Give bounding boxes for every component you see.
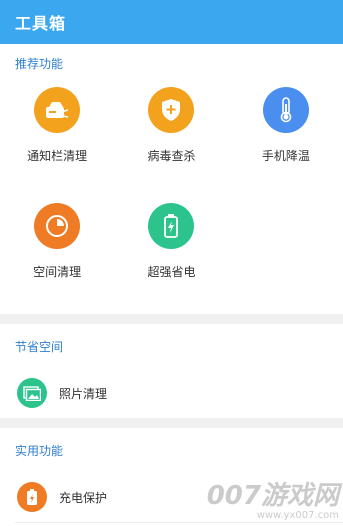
tool-label: 充电保护 bbox=[59, 490, 108, 505]
section-divider bbox=[0, 418, 343, 428]
section-title-utility: 实用功能 bbox=[15, 443, 64, 458]
notification-clean-icon bbox=[34, 87, 81, 133]
charge-protect-icon bbox=[17, 482, 47, 512]
photo-icon bbox=[17, 378, 47, 408]
virus-shield-icon bbox=[148, 87, 195, 133]
tool-storage-clean[interactable]: 空间清理 bbox=[0, 198, 114, 314]
recommended-grid: 通知栏清理 病毒查杀 手机降温 空间清理 超强省电 bbox=[0, 82, 343, 314]
tool-power-saving[interactable]: 超强省电 bbox=[114, 198, 228, 314]
page-title: 工具箱 bbox=[15, 14, 67, 33]
watermark-brand: 007游戏网 bbox=[206, 481, 339, 511]
watermark-url: www.yx007.com bbox=[256, 510, 339, 521]
list-divider bbox=[15, 522, 343, 523]
tool-label: 手机降温 bbox=[261, 149, 310, 163]
tool-phone-cooling[interactable]: 手机降温 bbox=[229, 82, 343, 198]
recommended-section: 推荐功能 通知栏清理 病毒查杀 手机降温 空间清理 超强省电 bbox=[0, 44, 343, 314]
tool-label: 病毒查杀 bbox=[147, 149, 196, 163]
section-title-recommended: 推荐功能 bbox=[15, 56, 64, 71]
watermark: 007游戏网 www.yx007.com bbox=[207, 482, 339, 522]
tool-virus-scan[interactable]: 病毒查杀 bbox=[114, 82, 228, 198]
app-header: 工具箱 bbox=[0, 0, 343, 44]
battery-icon bbox=[148, 203, 195, 249]
tool-label: 超强省电 bbox=[147, 265, 196, 279]
tool-label: 照片清理 bbox=[59, 386, 108, 401]
section-divider bbox=[0, 314, 343, 324]
thermometer-icon bbox=[262, 87, 309, 133]
tool-photo-clean[interactable]: 照片清理 bbox=[0, 368, 343, 418]
tool-label: 通知栏清理 bbox=[27, 149, 88, 163]
section-title-space: 节省空间 bbox=[15, 339, 64, 354]
tool-notification-clean[interactable]: 通知栏清理 bbox=[0, 82, 114, 198]
space-section: 节省空间 照片清理 bbox=[0, 324, 343, 418]
storage-pie-icon bbox=[34, 203, 81, 249]
tool-label: 空间清理 bbox=[33, 265, 82, 279]
